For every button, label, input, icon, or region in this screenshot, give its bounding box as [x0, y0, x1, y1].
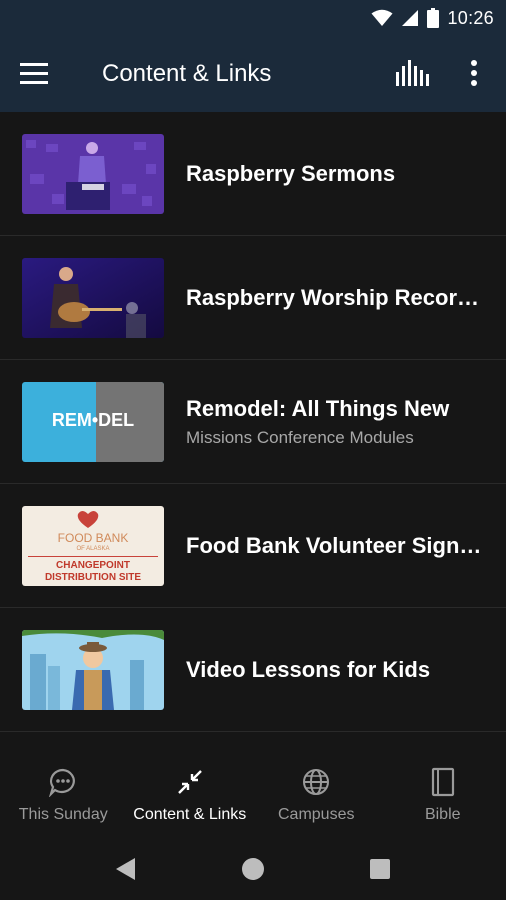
list-item[interactable]: Video Lessons for Kids [0, 608, 506, 732]
tab-label: Bible [424, 806, 461, 823]
home-icon[interactable] [236, 852, 270, 886]
wifi-icon [371, 9, 393, 26]
menu-icon[interactable] [20, 58, 60, 90]
status-icons: 10:26 [371, 6, 494, 30]
item-title: Raspberry Worship Recor… [186, 284, 480, 310]
tab-this-sunday[interactable]: This Sunday [0, 752, 127, 838]
recents-icon[interactable] [363, 852, 397, 886]
food-bank-logo-text: FOOD BANK [58, 531, 129, 545]
list-item[interactable]: REM•DEL Remodel: All Things New Missions… [0, 360, 506, 484]
back-icon[interactable] [108, 852, 142, 886]
item-text: Food Bank Volunteer Sign… [186, 484, 484, 607]
system-nav-bar [0, 838, 506, 900]
list-item[interactable]: FOOD BANK OF ALASKA CHANGEPOINT DISTRIBU… [0, 484, 506, 608]
signal-icon [402, 10, 419, 26]
app-bar: Content & Links [0, 36, 506, 112]
worship-thumbnail [22, 258, 164, 338]
content-list: Raspberry Sermons Raspberry Worship Reco… [0, 112, 506, 732]
item-title: Raspberry Sermons [186, 160, 396, 186]
sermon-thumbnail [22, 134, 164, 214]
list-item[interactable]: Raspberry Sermons [0, 112, 506, 236]
remodel-thumbnail: REM•DEL [22, 382, 164, 462]
food-bank-small-text: OF ALASKA [76, 546, 109, 552]
list-item[interactable]: Raspberry Worship Recor… [0, 236, 506, 360]
food-bank-site-text-2: DISTRIBUTION SITE [45, 572, 141, 583]
food-bank-site-text-1: CHANGEPOINT [56, 560, 130, 571]
tab-label: Campuses [278, 806, 355, 823]
item-text: Video Lessons for Kids [186, 608, 484, 731]
tab-label: This Sunday [18, 806, 108, 823]
bottom-nav: This Sunday Content & Links Campuses Bib… [0, 752, 506, 838]
status-bar: 10:26 [0, 0, 506, 36]
tab-content-links[interactable]: Content & Links [127, 752, 254, 838]
remodel-logo-text: REM•DEL [52, 410, 134, 430]
book-icon [427, 766, 459, 798]
more-vert-icon[interactable] [462, 58, 486, 90]
item-text: Raspberry Worship Recor… [186, 236, 484, 359]
item-title: Remodel: All Things New [186, 395, 450, 421]
tab-campuses[interactable]: Campuses [253, 752, 380, 838]
item-subtitle: Missions Conference Modules [186, 427, 414, 447]
globe-icon [300, 766, 332, 798]
item-title: Food Bank Volunteer Sign… [186, 532, 482, 558]
tab-bible[interactable]: Bible [380, 752, 506, 838]
chat-bubble-icon [47, 766, 79, 798]
status-time: 10:26 [447, 7, 494, 28]
item-text: Remodel: All Things New Missions Confere… [186, 360, 484, 483]
kids-video-thumbnail [22, 630, 164, 710]
battery-icon [427, 8, 440, 28]
food-bank-thumbnail: FOOD BANK OF ALASKA CHANGEPOINT DISTRIBU… [22, 506, 164, 586]
tab-label: Content & Links [133, 806, 247, 823]
page-title: Content & Links [102, 60, 272, 87]
collapse-arrows-icon [174, 766, 206, 798]
item-text: Raspberry Sermons [186, 112, 484, 235]
audio-bars-icon[interactable] [394, 60, 430, 88]
item-title: Video Lessons for Kids [186, 656, 431, 682]
